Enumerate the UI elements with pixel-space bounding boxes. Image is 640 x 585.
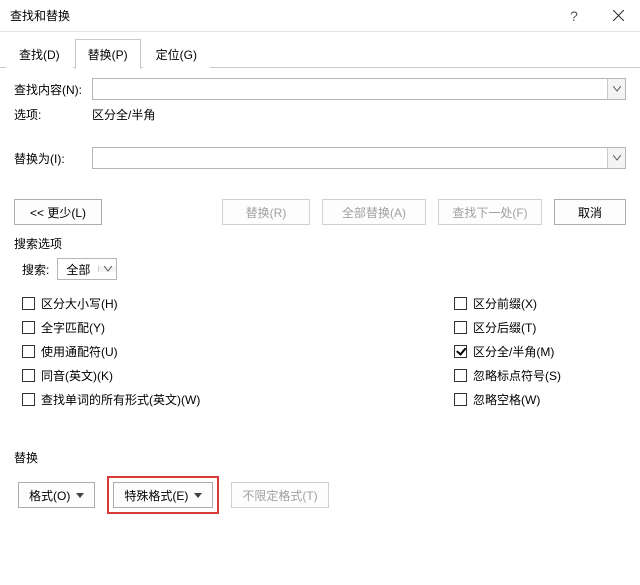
- replace-button[interactable]: 替换(R): [222, 199, 310, 225]
- replace-input-text[interactable]: [93, 148, 607, 168]
- format-button[interactable]: 格式(O): [18, 482, 95, 508]
- dropdown-triangle-icon: [194, 493, 202, 498]
- close-icon: [613, 10, 624, 21]
- chevron-down-icon: [613, 155, 621, 161]
- checkbox-match-prefix[interactable]: 区分前缀(X): [454, 295, 626, 312]
- chevron-down-icon: [613, 86, 621, 92]
- replace-section-title: 替换: [14, 449, 626, 466]
- cancel-button[interactable]: 取消: [554, 199, 626, 225]
- checkbox-icon: [454, 345, 467, 358]
- tab-goto[interactable]: 定位(G): [143, 39, 210, 69]
- checkbox-sounds-like[interactable]: 同音(英文)(K): [22, 367, 446, 384]
- replace-input[interactable]: [92, 147, 626, 169]
- replace-dropdown-button[interactable]: [607, 148, 625, 168]
- checkbox-icon: [454, 369, 467, 382]
- search-direction-label: 搜索:: [22, 261, 49, 278]
- less-button[interactable]: << 更少(L): [14, 199, 102, 225]
- options-label: 选项:: [14, 106, 92, 123]
- checkbox-icon: [454, 297, 467, 310]
- checkbox-icon: [22, 321, 35, 334]
- search-direction-dropdown[interactable]: [98, 266, 116, 272]
- checkbox-ignore-whitespace[interactable]: 忽略空格(W): [454, 391, 626, 408]
- replace-all-button[interactable]: 全部替换(A): [322, 199, 426, 225]
- checkbox-full-half-width[interactable]: 区分全/半角(M): [454, 343, 626, 360]
- search-direction-value: 全部: [58, 261, 98, 278]
- tab-strip: 查找(D) 替换(P) 定位(G): [0, 32, 640, 68]
- find-dropdown-button[interactable]: [607, 79, 625, 99]
- search-direction-select[interactable]: 全部: [57, 258, 117, 280]
- window-title: 查找和替换: [10, 7, 552, 24]
- special-format-highlight: 特殊格式(E): [107, 476, 219, 514]
- checkbox-ignore-punctuation[interactable]: 忽略标点符号(S): [454, 367, 626, 384]
- search-options-title: 搜索选项: [14, 235, 626, 252]
- checkbox-icon: [454, 393, 467, 406]
- tab-find[interactable]: 查找(D): [6, 39, 73, 69]
- chevron-down-icon: [104, 266, 112, 272]
- checkbox-whole-word[interactable]: 全字匹配(Y): [22, 319, 446, 336]
- find-next-button[interactable]: 查找下一处(F): [438, 199, 542, 225]
- replace-with-label: 替换为(I):: [14, 150, 92, 167]
- title-bar: 查找和替换 ?: [0, 0, 640, 32]
- checkbox-match-suffix[interactable]: 区分后缀(T): [454, 319, 626, 336]
- checkbox-match-case[interactable]: 区分大小写(H): [22, 295, 446, 312]
- help-button[interactable]: ?: [552, 0, 596, 32]
- checkbox-icon: [454, 321, 467, 334]
- special-format-button[interactable]: 特殊格式(E): [113, 482, 213, 508]
- no-formatting-button[interactable]: 不限定格式(T): [231, 482, 328, 508]
- checkbox-icon: [22, 345, 35, 358]
- checkbox-all-word-forms[interactable]: 查找单词的所有形式(英文)(W): [22, 391, 446, 408]
- tab-replace[interactable]: 替换(P): [75, 39, 141, 69]
- checkbox-icon: [22, 369, 35, 382]
- checkbox-wildcards[interactable]: 使用通配符(U): [22, 343, 446, 360]
- checkbox-icon: [22, 297, 35, 310]
- options-value: 区分全/半角: [92, 106, 155, 123]
- find-input-text[interactable]: [93, 79, 607, 99]
- find-input[interactable]: [92, 78, 626, 100]
- dropdown-triangle-icon: [76, 493, 84, 498]
- close-button[interactable]: [596, 0, 640, 32]
- checkbox-icon: [22, 393, 35, 406]
- find-label: 查找内容(N):: [14, 81, 92, 98]
